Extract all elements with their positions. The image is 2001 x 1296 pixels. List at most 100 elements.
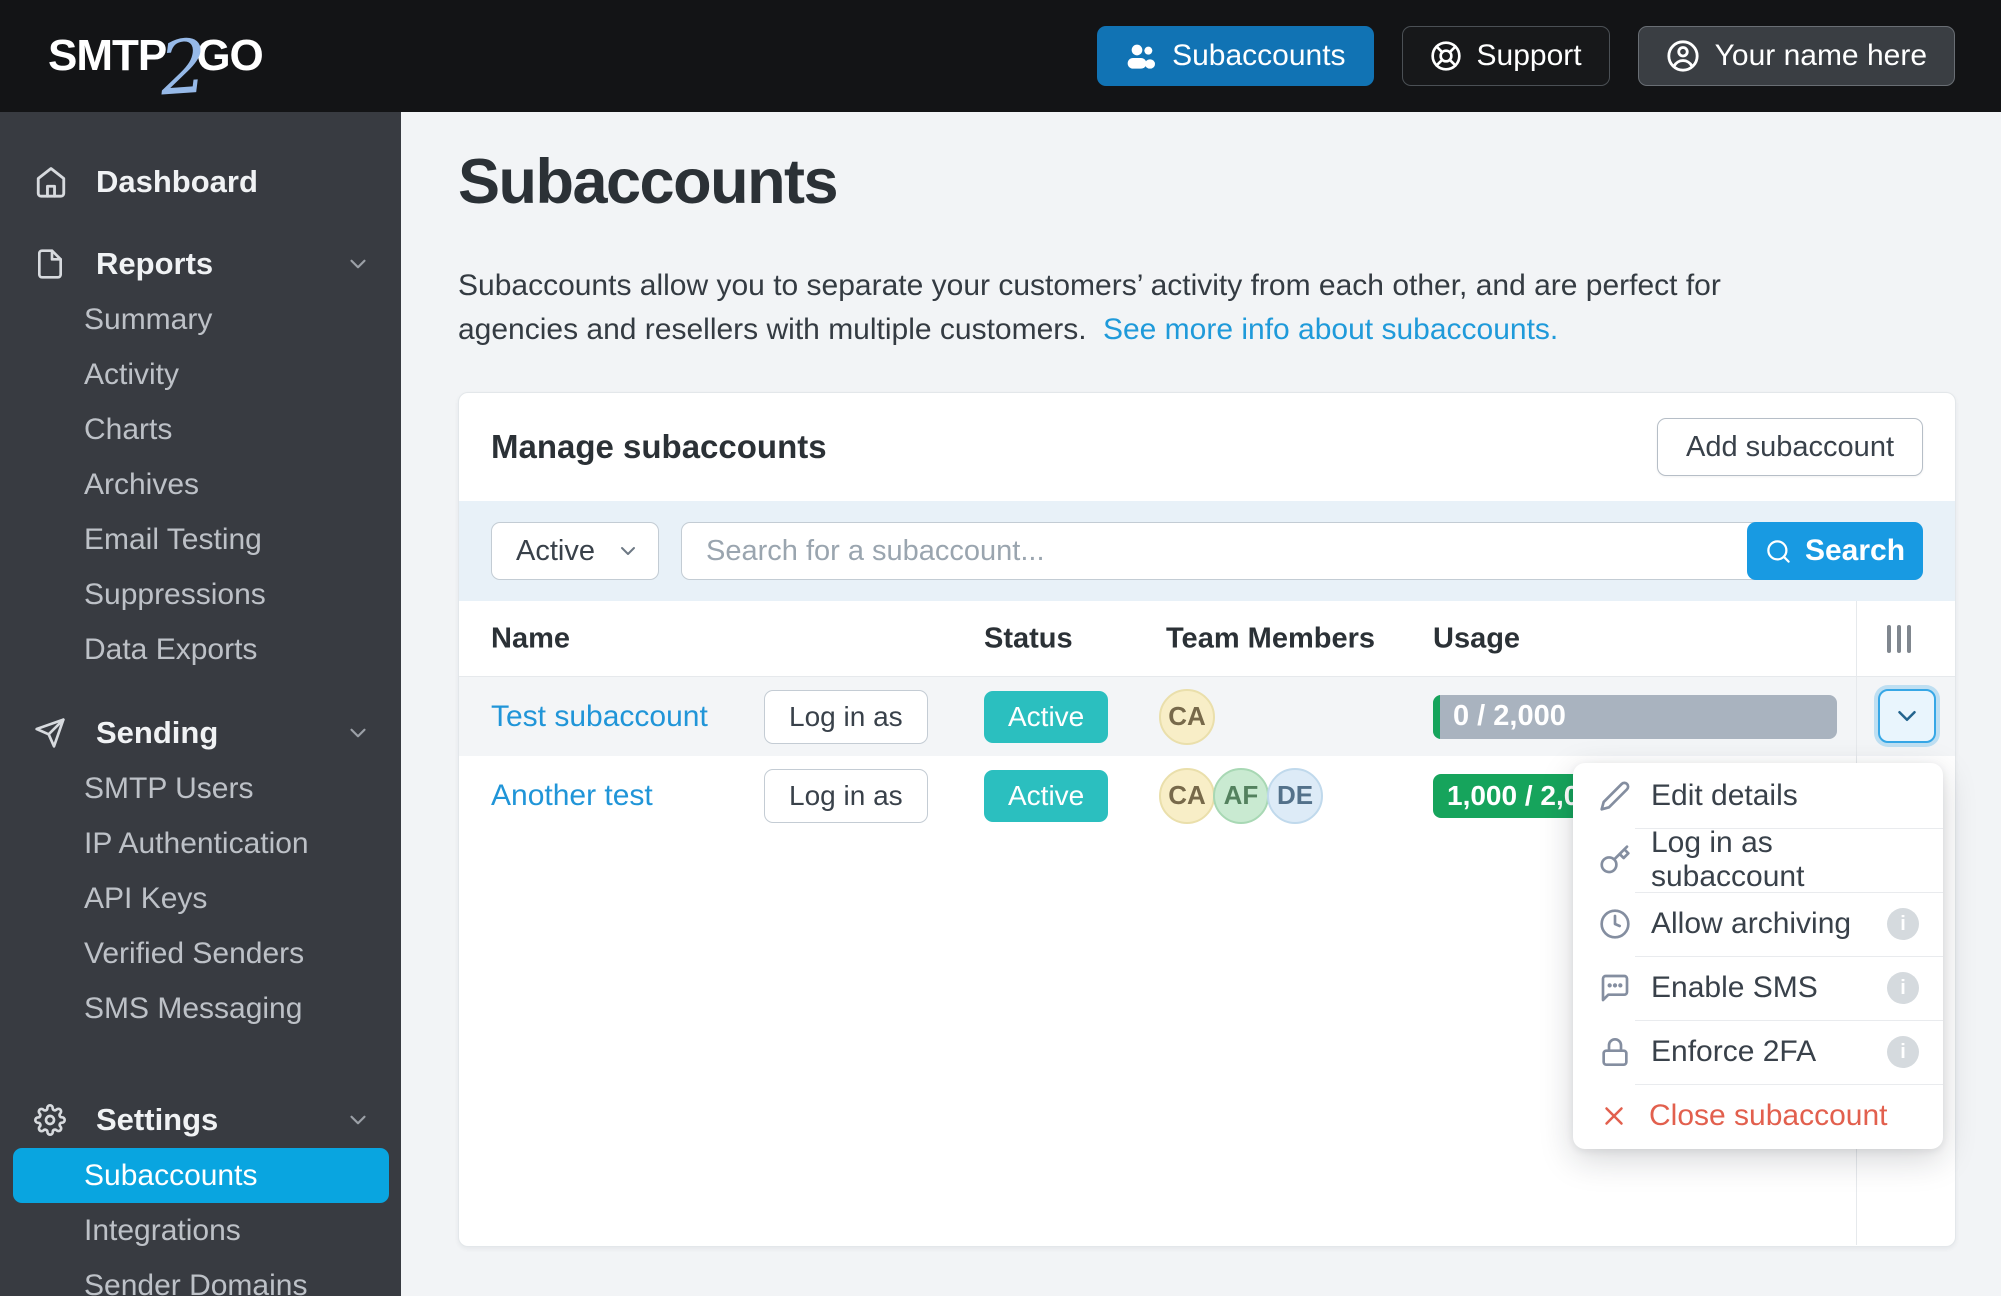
team-members: CA (1159, 688, 1215, 745)
sidebar-item-sms-messaging[interactable]: SMS Messaging (0, 981, 401, 1036)
chevron-down-icon (345, 720, 371, 746)
sidebar-item-data-exports[interactable]: Data Exports (0, 622, 401, 677)
sidebar-item-dashboard[interactable]: Dashboard (0, 154, 401, 210)
smtp2go-logo[interactable]: SMTP 2 GO (48, 23, 264, 113)
top-header-bar: SMTP 2 GO Subaccounts Support Your name he… (0, 0, 2001, 113)
sidebar-item-label: Subaccounts (84, 1158, 258, 1192)
search-input[interactable] (681, 522, 1923, 580)
column-header-usage: Usage (1433, 622, 1521, 654)
sidebar-item-archives[interactable]: Archives (0, 457, 401, 512)
status-badge: Active (984, 690, 1109, 743)
sidebar-settings-label: Settings (96, 1102, 219, 1137)
status-filter-dropdown[interactable]: Active (491, 522, 659, 580)
column-header-status: Status (984, 622, 1073, 654)
sidebar-item-label: Activity (84, 357, 180, 391)
menu-item-enable-sms[interactable]: Enable SMS i (1573, 956, 1943, 1020)
sidebar-item-subaccounts[interactable]: Subaccounts (13, 1148, 389, 1203)
search-field-wrap: Search (681, 522, 1923, 580)
usage-text: 0 / 2,000 (1453, 700, 1566, 732)
log-in-as-button[interactable]: Log in as (764, 689, 928, 744)
lifebuoy-icon (1430, 40, 1462, 72)
sidebar-item-suppressions[interactable]: Suppressions (0, 567, 401, 622)
gear-icon (34, 1102, 70, 1138)
document-icon (34, 246, 70, 282)
description-line-1: Subaccounts allow you to separate your c… (458, 269, 1721, 302)
chat-bubble-icon (1599, 972, 1631, 1004)
lock-icon (1599, 1036, 1631, 1068)
sidebar-section-sending[interactable]: Sending (0, 705, 401, 761)
description-line-2: agencies and resellers with multiple cus… (458, 313, 1087, 346)
logo-numeral-2: 2 (157, 23, 210, 113)
subaccount-name-link[interactable]: Test subaccount (491, 700, 708, 734)
row-actions-chevron-button[interactable] (1878, 689, 1936, 743)
sidebar-item-charts[interactable]: Charts (0, 402, 401, 457)
usage-bar: 0 / 2,000 (1433, 694, 1837, 739)
page-description: Subaccounts allow you to separate your c… (458, 264, 1721, 352)
info-icon[interactable]: i (1887, 972, 1919, 1004)
avatar: AF (1213, 767, 1269, 824)
add-subaccount-button[interactable]: Add subaccount (1657, 418, 1923, 476)
support-button[interactable]: Support (1401, 26, 1610, 86)
sidebar-section-reports[interactable]: Reports (0, 236, 401, 292)
sidebar-item-summary[interactable]: Summary (0, 292, 401, 347)
sidebar-item-label: Charts (84, 412, 173, 446)
menu-item-label: Allow archiving (1651, 907, 1852, 940)
subaccounts-nav-label: Subaccounts (1172, 39, 1346, 72)
usage-bar-fill (1433, 694, 1440, 739)
paper-plane-icon (34, 715, 70, 751)
chevron-down-icon (345, 1107, 371, 1133)
card-header: Manage subaccounts Add subaccount (459, 393, 1955, 501)
sidebar-item-label: Data Exports (84, 632, 258, 666)
sidebar-item-label: IP Authentication (84, 826, 309, 860)
columns-icon[interactable] (1887, 624, 1911, 653)
subaccount-name-link[interactable]: Another test (491, 779, 653, 813)
filter-bar: Active Search (459, 501, 1955, 601)
team-members: CA AF DE (1159, 767, 1323, 824)
sidebar-item-label: Summary (84, 302, 213, 336)
logo-text-smtp: SMTP (48, 31, 167, 80)
account-button[interactable]: Your name here (1637, 26, 1955, 86)
main-content: Subaccounts Subaccounts allow you to sep… (401, 112, 2001, 1296)
search-icon (1765, 538, 1792, 565)
users-icon (1125, 40, 1157, 72)
key-icon (1599, 844, 1631, 876)
subaccounts-nav-button[interactable]: Subaccounts (1097, 26, 1374, 86)
menu-item-enforce-2fa[interactable]: Enforce 2FA i (1573, 1020, 1943, 1084)
sidebar-item-integrations[interactable]: Integrations (0, 1203, 401, 1258)
menu-item-label: Enforce 2FA (1651, 1035, 1817, 1068)
log-in-as-button[interactable]: Log in as (764, 768, 928, 823)
menu-item-login-as-subaccount[interactable]: Log in as subaccount (1573, 826, 1943, 893)
search-button[interactable]: Search (1747, 522, 1923, 580)
card-title: Manage subaccounts (491, 428, 827, 465)
sidebar-reports-label: Reports (96, 246, 214, 281)
sidebar-item-label: Verified Senders (84, 936, 305, 970)
sidebar-item-sender-domains[interactable]: Sender Domains (0, 1258, 401, 1296)
sidebar-item-email-testing[interactable]: Email Testing (0, 512, 401, 567)
avatar: CA (1159, 688, 1215, 745)
sidebar-section-settings[interactable]: Settings (0, 1092, 401, 1148)
info-icon[interactable]: i (1887, 908, 1919, 940)
manage-subaccounts-card: Manage subaccounts Add subaccount Active (458, 392, 1956, 1247)
menu-item-label: Close subaccount (1649, 1099, 1888, 1132)
pencil-icon (1599, 780, 1631, 812)
info-icon[interactable]: i (1887, 1036, 1919, 1068)
subaccounts-info-link[interactable]: See more info about subaccounts. (1103, 313, 1558, 346)
sidebar-sending-label: Sending (96, 715, 219, 750)
status-filter-value: Active (516, 534, 595, 567)
status-badge: Active (984, 769, 1109, 822)
table-header-row: Name Status Team Members Usage (459, 601, 1955, 677)
row-actions-menu: Edit details Log in as subaccount Allow … (1573, 763, 1943, 1149)
sidebar-item-smtp-users[interactable]: SMTP Users (0, 761, 401, 816)
menu-item-allow-archiving[interactable]: Allow archiving i (1573, 892, 1943, 956)
sidebar-item-label: SMS Messaging (84, 991, 303, 1025)
column-header-name: Name (491, 622, 570, 654)
chevron-down-icon (616, 539, 640, 563)
sidebar-item-activity[interactable]: Activity (0, 347, 401, 402)
sidebar-item-verified-senders[interactable]: Verified Senders (0, 926, 401, 981)
sidebar-item-api-keys[interactable]: API Keys (0, 871, 401, 926)
menu-item-edit-details[interactable]: Edit details (1573, 764, 1943, 828)
close-icon (1599, 1101, 1629, 1131)
menu-item-close-subaccount[interactable]: Close subaccount (1573, 1084, 1943, 1148)
sidebar-item-ip-authentication[interactable]: IP Authentication (0, 816, 401, 871)
smtp2go-app: SMTP 2 GO Subaccounts Support Your name he… (0, 0, 2001, 1296)
